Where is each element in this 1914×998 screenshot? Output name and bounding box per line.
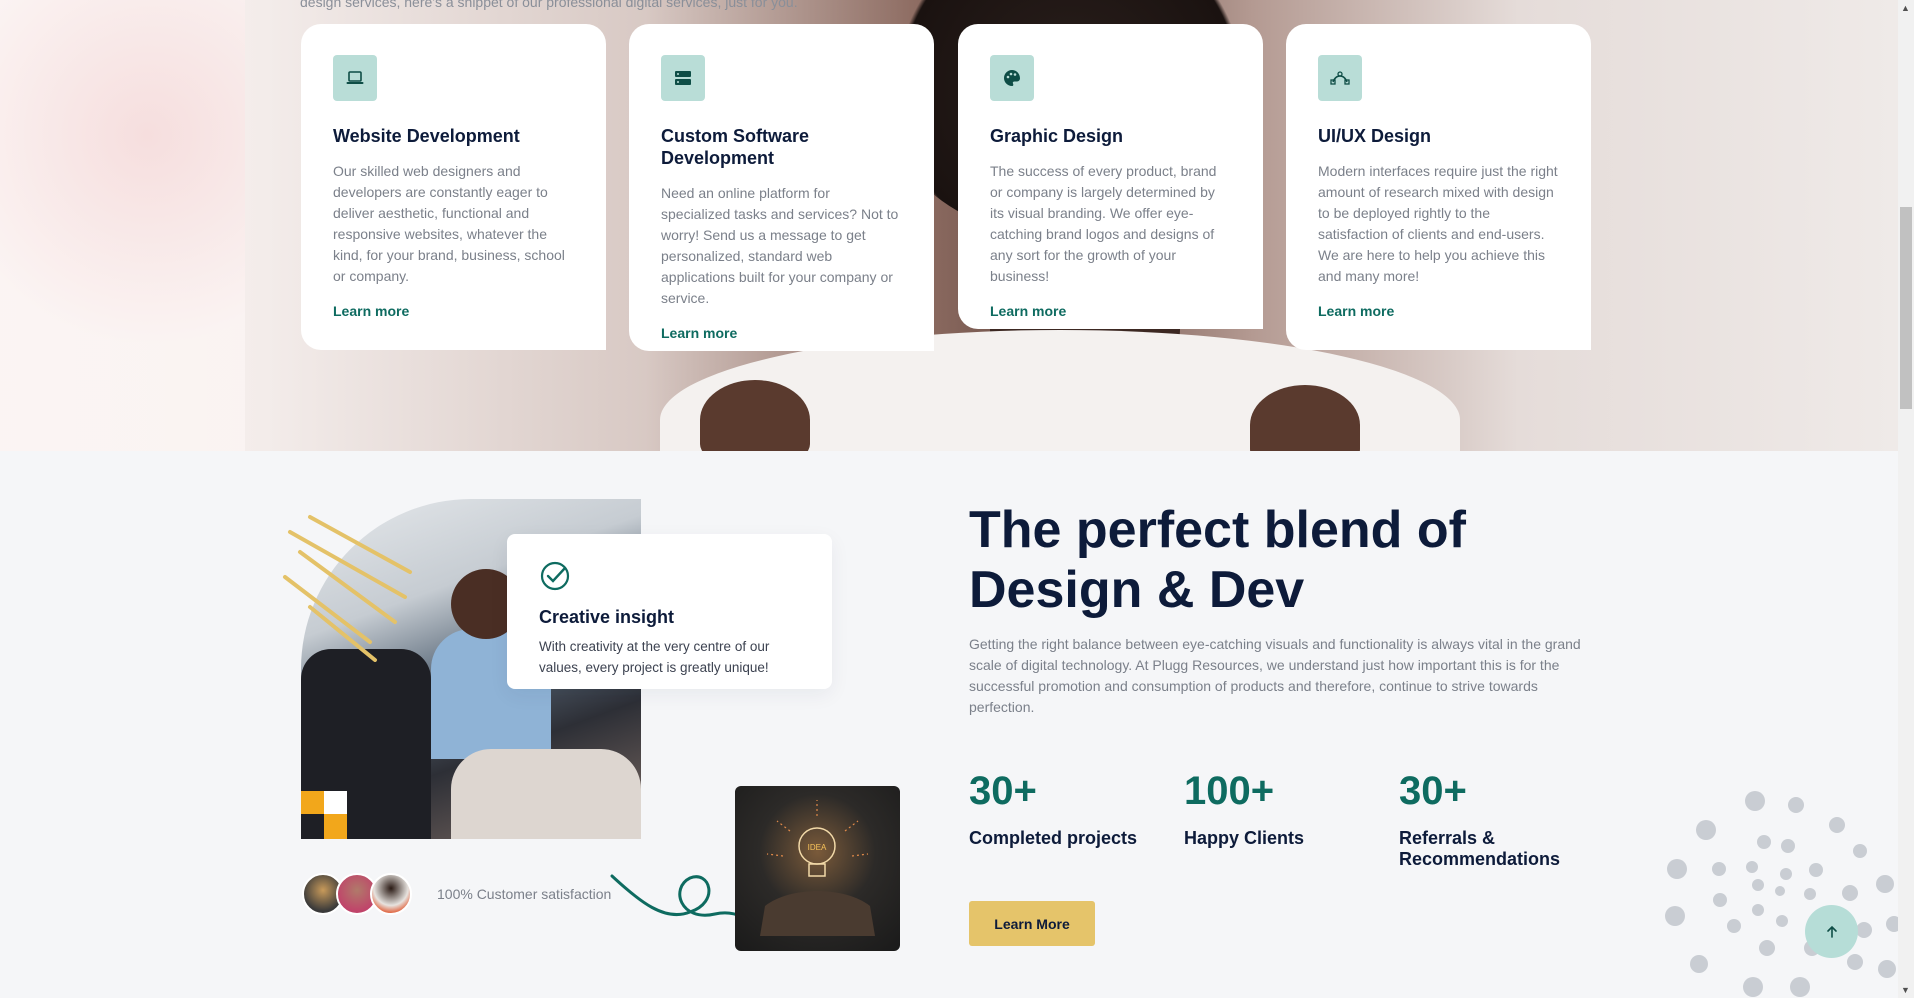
services-hero-background [0, 0, 1898, 451]
server-icon [661, 55, 705, 101]
scroll-down-arrow-icon[interactable]: ▼ [1901, 985, 1910, 995]
service-title: Graphic Design [990, 126, 1124, 146]
service-card-uiux: UI/UX Design Modern interfaces require j… [1286, 24, 1591, 350]
learn-more-button[interactable]: Learn More [969, 901, 1095, 946]
stat-happy-clients: 100+ Happy Clients [1184, 766, 1374, 849]
decorative-dots [1665, 791, 1900, 997]
service-title: UI/UX Design [1318, 126, 1432, 146]
insight-title: Creative insight [539, 607, 675, 627]
insight-description: With creativity at the very centre of ou… [539, 639, 770, 675]
avatar [370, 873, 412, 915]
palette-icon [990, 55, 1034, 101]
blend-description: Getting the right balance between eye-ca… [969, 636, 1581, 715]
learn-more-link[interactable]: Learn more [1318, 303, 1394, 319]
stat-completed-projects: 30+ Completed projects [969, 766, 1159, 849]
service-title: Custom Software Development [661, 126, 810, 168]
lightbulb-hands-photo: IDEA [735, 786, 900, 951]
bezier-icon [1318, 55, 1362, 101]
stat-number: 30+ [1399, 769, 1467, 813]
stat-label: Referrals & Recommendations [1399, 828, 1561, 869]
blend-heading: The perfect blend of Design & Dev [969, 501, 1466, 619]
learn-more-link[interactable]: Learn more [990, 303, 1066, 319]
service-card-website: Website Development Our skilled web desi… [301, 24, 606, 350]
service-description: Need an online platform for specialized … [661, 185, 899, 306]
customer-satisfaction-text: 100% Customer satisfaction [437, 886, 612, 902]
laptop-icon [333, 55, 377, 101]
scroll-to-top-button[interactable] [1805, 905, 1858, 958]
stat-number: 100+ [1184, 769, 1275, 813]
scrollbar-thumb[interactable] [1900, 207, 1912, 409]
service-description: Modern interfaces require just the right… [1318, 163, 1558, 284]
learn-more-link[interactable]: Learn more [333, 303, 409, 319]
service-description: Our skilled web designers and developers… [333, 163, 565, 284]
customer-avatars [302, 873, 412, 915]
creative-insight-card: Creative insight With creativity at the … [507, 534, 832, 689]
svg-text:IDEA: IDEA [808, 843, 827, 852]
service-card-software: Custom Software Development Need an onli… [629, 24, 934, 351]
stat-referrals: 30+ Referrals & Recommendations [1399, 766, 1589, 870]
check-circle-icon [540, 561, 570, 591]
stat-label: Completed projects [969, 828, 1138, 848]
stat-number: 30+ [969, 769, 1037, 813]
decorative-stripes [283, 515, 412, 662]
stat-label: Happy Clients [1184, 828, 1305, 848]
page-scrollbar[interactable] [1898, 0, 1914, 998]
services-intro-text: design services, here's a snippet of our… [300, 0, 798, 10]
scroll-up-arrow-icon[interactable]: ▲ [1901, 3, 1910, 13]
arrow-up-icon [1826, 925, 1837, 938]
service-card-graphic: Graphic Design The success of every prod… [958, 24, 1263, 329]
service-description: The success of every product, brand or c… [990, 163, 1217, 284]
learn-more-link[interactable]: Learn more [661, 325, 737, 341]
service-title: Website Development [333, 126, 520, 146]
